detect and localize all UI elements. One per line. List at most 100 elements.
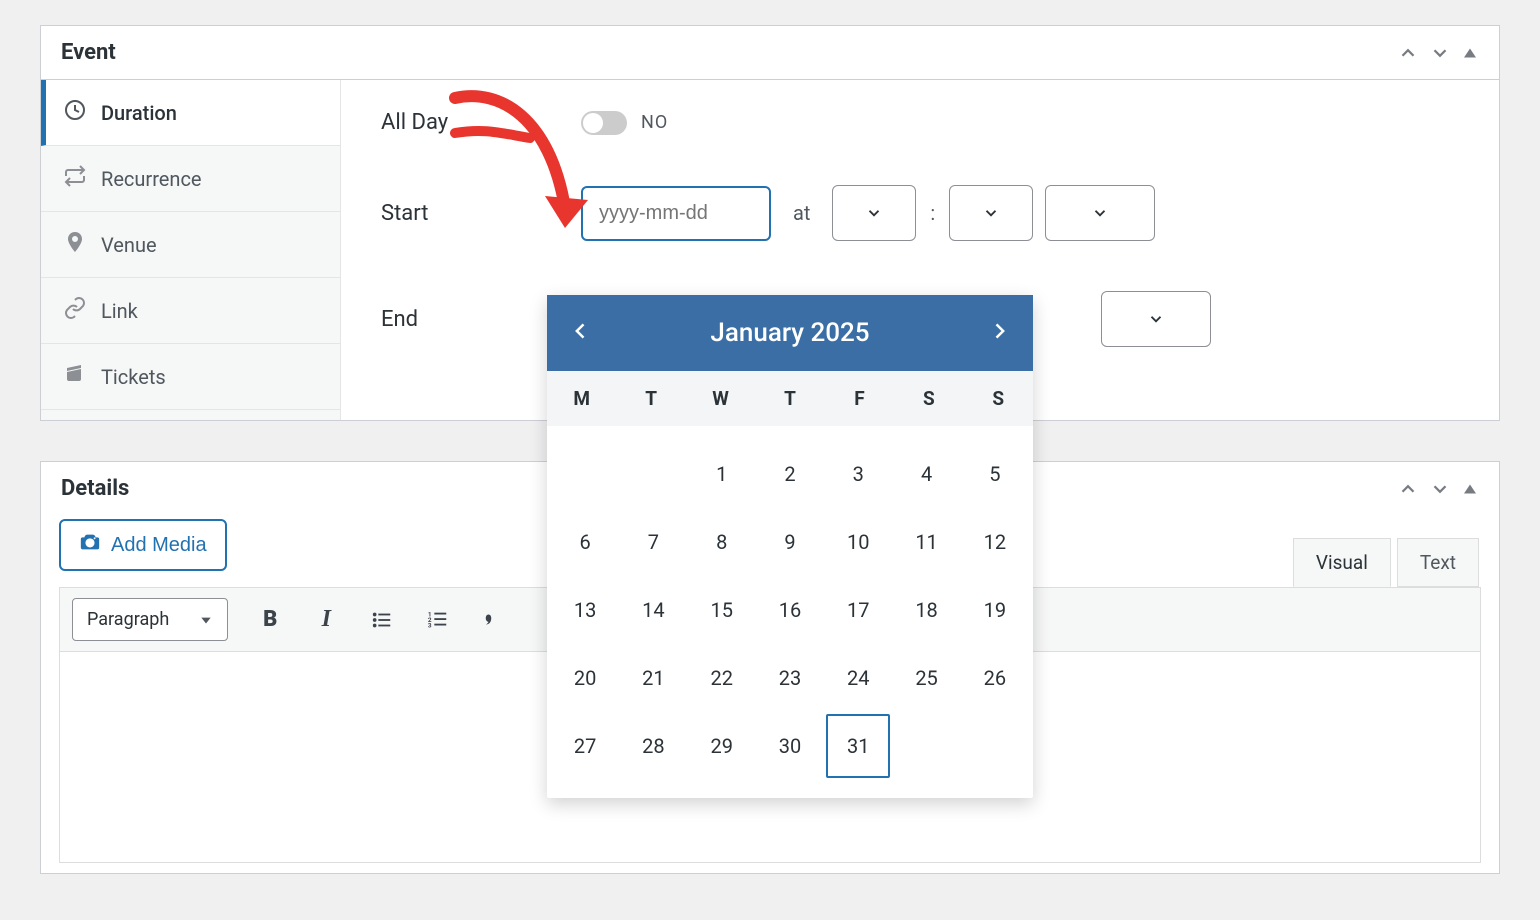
add-media-button[interactable]: Add Media xyxy=(59,519,227,571)
datepicker-grid: 1234567891011121314151617181920212223242… xyxy=(547,426,1033,798)
day-cell[interactable]: 21 xyxy=(621,646,685,710)
tab-duration-label: Duration xyxy=(101,101,177,125)
day-cell[interactable]: 31 xyxy=(826,714,890,778)
move-up-icon[interactable] xyxy=(1397,42,1419,64)
day-cell[interactable]: 10 xyxy=(826,510,890,574)
day-cell[interactable]: 7 xyxy=(621,510,685,574)
day-cell[interactable]: 11 xyxy=(894,510,958,574)
move-down-icon[interactable] xyxy=(1429,42,1451,64)
tab-text[interactable]: Text xyxy=(1397,538,1479,587)
day-cell[interactable]: 5 xyxy=(963,442,1027,506)
weekday-label: S xyxy=(894,371,963,426)
day-cell[interactable]: 2 xyxy=(758,442,822,506)
next-month-button[interactable] xyxy=(985,317,1013,349)
event-tabs: Duration Recurrence Venue Link xyxy=(41,80,341,420)
tab-tickets-label: Tickets xyxy=(101,365,166,389)
at-label: at xyxy=(793,201,810,225)
format-select[interactable]: Paragraph xyxy=(72,598,228,641)
triangle-down-icon xyxy=(199,613,213,627)
datepicker-weekdays: MTWTFSS xyxy=(547,371,1033,426)
panel-controls xyxy=(1397,42,1479,64)
day-cell[interactable]: 19 xyxy=(963,578,1027,642)
day-cell[interactable]: 20 xyxy=(553,646,617,710)
colon-label: : xyxy=(930,201,935,225)
day-cell[interactable]: 27 xyxy=(553,714,617,778)
tab-link-label: Link xyxy=(101,299,138,323)
day-cell[interactable]: 28 xyxy=(621,714,685,778)
chevron-down-icon xyxy=(865,204,883,222)
day-cell[interactable]: 17 xyxy=(826,578,890,642)
day-cell[interactable]: 18 xyxy=(894,578,958,642)
day-cell[interactable]: 29 xyxy=(690,714,754,778)
repeat-icon xyxy=(63,164,87,193)
tab-venue-label: Venue xyxy=(101,233,157,257)
day-cell[interactable]: 23 xyxy=(758,646,822,710)
tab-link[interactable]: Link xyxy=(41,278,340,344)
day-cell[interactable]: 15 xyxy=(690,578,754,642)
tab-recurrence-label: Recurrence xyxy=(101,167,202,191)
chevron-down-icon xyxy=(1147,310,1165,328)
weekday-label: M xyxy=(547,371,616,426)
start-label: Start xyxy=(381,201,581,226)
bullet-list-button[interactable] xyxy=(368,606,396,634)
tab-venue[interactable]: Venue xyxy=(41,212,340,278)
location-icon xyxy=(63,230,87,259)
all-day-value: NO xyxy=(641,112,668,133)
day-empty xyxy=(553,442,617,506)
day-cell[interactable]: 9 xyxy=(758,510,822,574)
tab-tickets[interactable]: Tickets xyxy=(41,344,340,410)
numbered-list-button[interactable]: 123 xyxy=(424,606,452,634)
chevron-down-icon xyxy=(1091,204,1109,222)
row-start: Start at : xyxy=(381,185,1459,241)
prev-month-button[interactable] xyxy=(567,317,595,349)
italic-button[interactable]: I xyxy=(312,606,340,634)
event-panel-title: Event xyxy=(61,40,116,65)
collapse-icon[interactable] xyxy=(1461,480,1479,498)
blockquote-button[interactable] xyxy=(480,606,508,634)
datepicker-header: January 2025 xyxy=(547,295,1033,371)
day-cell[interactable]: 16 xyxy=(758,578,822,642)
editor-tabs: Visual Text xyxy=(1293,538,1479,587)
bold-button[interactable]: B xyxy=(256,606,284,634)
move-up-icon[interactable] xyxy=(1397,478,1419,500)
end-ampm-select[interactable] xyxy=(1101,291,1211,347)
weekday-label: S xyxy=(964,371,1033,426)
weekday-label: W xyxy=(686,371,755,426)
day-cell[interactable]: 22 xyxy=(690,646,754,710)
day-cell[interactable]: 14 xyxy=(621,578,685,642)
start-minute-select[interactable] xyxy=(949,185,1033,241)
day-cell[interactable]: 6 xyxy=(553,510,617,574)
all-day-toggle[interactable] xyxy=(581,111,627,135)
tab-visual[interactable]: Visual xyxy=(1293,538,1391,587)
start-hour-select[interactable] xyxy=(832,185,916,241)
datepicker: January 2025 MTWTFSS 1234567891011121314… xyxy=(547,295,1033,798)
all-day-control: NO xyxy=(581,111,668,135)
start-date-input[interactable] xyxy=(581,186,771,241)
day-cell[interactable]: 26 xyxy=(963,646,1027,710)
day-cell[interactable]: 24 xyxy=(826,646,890,710)
details-panel-title: Details xyxy=(61,476,129,501)
day-cell[interactable]: 8 xyxy=(690,510,754,574)
start-ampm-select[interactable] xyxy=(1045,185,1155,241)
day-cell[interactable]: 1 xyxy=(690,442,754,506)
row-all-day: All Day NO xyxy=(381,110,1459,135)
day-cell[interactable]: 13 xyxy=(553,578,617,642)
chevron-down-icon xyxy=(982,204,1000,222)
all-day-label: All Day xyxy=(381,110,581,135)
weekday-label: T xyxy=(616,371,685,426)
day-cell[interactable]: 30 xyxy=(758,714,822,778)
move-down-icon[interactable] xyxy=(1429,478,1451,500)
clock-icon xyxy=(63,98,87,127)
day-empty xyxy=(621,442,685,506)
tab-duration[interactable]: Duration xyxy=(41,80,340,146)
panel-controls xyxy=(1397,478,1479,500)
day-cell[interactable]: 4 xyxy=(894,442,958,506)
day-cell[interactable]: 12 xyxy=(963,510,1027,574)
tab-recurrence[interactable]: Recurrence xyxy=(41,146,340,212)
day-cell[interactable]: 25 xyxy=(894,646,958,710)
event-panel-header: Event xyxy=(41,26,1499,80)
tickets-icon xyxy=(63,362,87,391)
day-cell[interactable]: 3 xyxy=(826,442,890,506)
collapse-icon[interactable] xyxy=(1461,44,1479,62)
weekday-label: T xyxy=(755,371,824,426)
